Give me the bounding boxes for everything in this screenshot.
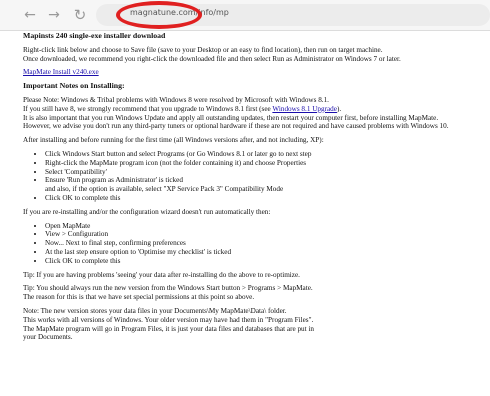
tip-reoptimize: Tip: If you are having problems 'seeing'…: [23, 270, 300, 279]
note-line: Note: The new version stores your data f…: [23, 306, 287, 315]
compat-steps-list: Click Windows Start button and select Pr…: [23, 150, 485, 203]
note-line: your Documents.: [23, 333, 73, 342]
intro-line: Once downloaded, we recommend you right-…: [23, 54, 401, 63]
reinstall-intro: If you are re-installing and/or the conf…: [23, 207, 271, 216]
notes-heading: Important Notes on Installing:: [23, 81, 125, 91]
page-title: Mapinsts 240 single-exe installer downlo…: [23, 31, 166, 40]
reinstall-steps-list: Open MapMate View > Configuration Now...…: [23, 222, 485, 266]
note-line: This works with all versions of Windows.…: [23, 315, 314, 324]
tip-start-menu: Tip: You should always run the new versi…: [23, 284, 485, 302]
list-item: Select 'Compatibility': [45, 168, 485, 177]
notes-line: Please Note: Windows & Tribal problems w…: [23, 95, 329, 104]
notes-line: It is also important that you run Window…: [23, 113, 439, 122]
intro-line: Right-click link below and choose to Sav…: [23, 45, 383, 54]
data-location-note: Note: The new version stores your data f…: [23, 307, 485, 342]
notes-line: If you still have 8, we strongly recomme…: [23, 104, 342, 113]
windows-upgrade-link[interactable]: Windows 8.1 Upgrade: [272, 105, 337, 113]
browser-toolbar: ← → ↻ magnatune.com/info/mp: [0, 0, 490, 31]
list-item: Click Windows Start button and select Pr…: [45, 150, 485, 159]
back-arrow-icon[interactable]: ←: [20, 5, 40, 25]
list-item: View > Configuration: [45, 230, 485, 239]
list-item: Now... Next to final step, confirming pr…: [45, 239, 485, 248]
list-item: Click OK to complete this: [45, 194, 485, 203]
forward-arrow-icon[interactable]: →: [44, 5, 64, 25]
reload-icon[interactable]: ↻: [70, 5, 90, 25]
compat-intro: After installing and before running for …: [23, 136, 324, 145]
url-text: magnatune.com/info/mp: [130, 8, 229, 17]
notes-paragraph: Please Note: Windows & Tribal problems w…: [23, 96, 485, 131]
intro-paragraph: Right-click link below and choose to Sav…: [23, 46, 485, 64]
address-bar[interactable]: magnatune.com/info/mp: [96, 4, 490, 26]
list-item: and also, if the option is available, se…: [45, 185, 284, 194]
tip-line: Tip: You should always run the new versi…: [23, 284, 313, 293]
list-item: Ensure 'Run program as Administrator' is…: [45, 176, 485, 185]
list-item: Right-click the MapMate program icon (no…: [45, 159, 485, 168]
list-item: Click OK to complete this: [45, 257, 485, 266]
notes-line: However, we advise you don't run any thi…: [23, 122, 449, 131]
page-content: Mapinsts 240 single-exe installer downlo…: [23, 31, 485, 347]
note-line: The MapMate program will go in Program F…: [23, 324, 315, 333]
list-item: Open MapMate: [45, 222, 485, 231]
list-item: At the last step ensure option to 'Optim…: [45, 248, 485, 257]
download-link[interactable]: MapMate Install v240.exe: [23, 68, 99, 76]
tip-line: The reason for this is that we have set …: [23, 293, 255, 302]
